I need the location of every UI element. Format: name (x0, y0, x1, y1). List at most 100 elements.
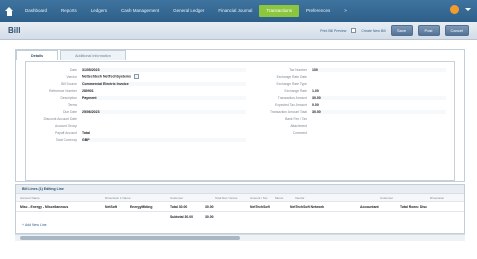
nav-item-reports[interactable]: Reports (54, 0, 84, 22)
column-header[interactable]: Dimension 1 Name (101, 196, 166, 200)
field-value[interactable]: Commercial Electric Invoice (82, 81, 246, 86)
field-bank-fee-tax: Bank Fee / Tax (256, 116, 446, 123)
column-header[interactable]: Amount / Tax (246, 196, 271, 200)
bill-details-form: Date 31/05/2023 Vendor Nettechtech NetTe… (25, 61, 455, 181)
field-label: Comment (292, 131, 307, 136)
field-label: Transaction Amount Total (269, 110, 307, 115)
field-label: Expected Tax Amount (275, 103, 307, 108)
nav-item-dashboard[interactable]: Dashboard (18, 0, 54, 22)
field-account-group: Account Group (26, 123, 246, 130)
field-label: Attachment (290, 124, 307, 129)
column-header[interactable]: Total Net / Gross (211, 196, 246, 200)
column-header[interactable]: Account Name (16, 196, 101, 200)
field-value[interactable]: 0.00 (312, 103, 446, 107)
field-vendor: Vendor Nettechtech NetTechSystems (26, 73, 246, 80)
field-transaction-amount-total: Transaction Amount Total 30.00 (256, 109, 446, 116)
tab-additional-information[interactable]: Additional Information (60, 50, 126, 60)
field-attachment: Attachment (256, 123, 446, 130)
notification-icon[interactable] (450, 5, 459, 14)
field-value[interactable]: Total (82, 131, 246, 135)
field-tax-number: Tax Number 100 (256, 66, 446, 73)
field-label: Payoff Account (55, 131, 77, 136)
table-cell: Accountant (360, 204, 379, 209)
bill-tabs: Details Additional Information (16, 50, 128, 60)
page-toolbar: Bill Print Bill Preview Create New Bill … (0, 22, 477, 40)
field-description: Description Payment (26, 94, 246, 101)
nav-item-cash-management[interactable]: Cash Management (114, 0, 166, 22)
field-value[interactable]: 100 (312, 67, 446, 72)
nav-item-ledgers[interactable]: Ledgers (84, 0, 114, 22)
table-cell: Misc - Energy - Miscellaneous (20, 204, 69, 209)
tab-details[interactable]: Details (16, 50, 59, 60)
table-row[interactable]: Subtotal 30.00 30.00 (16, 211, 464, 221)
table-cell: 30.00 (205, 204, 214, 209)
home-icon[interactable] (5, 6, 14, 16)
top-navigation: Dashboard Reports Ledgers Cash Managemen… (0, 0, 477, 22)
field-value[interactable]: GBP (82, 138, 246, 143)
field-value[interactable]: 280901 (82, 89, 246, 93)
field-label: Discount Account Date (43, 117, 77, 122)
field-bill-source: Bill Source Commercial Electric Invoice (26, 80, 246, 87)
create-new-checkbox[interactable] (351, 28, 357, 33)
column-header[interactable]: Memo (271, 196, 291, 200)
field-label: Exchange Rate (284, 88, 307, 93)
lookup-icon[interactable] (133, 74, 139, 80)
table-cell: NetTechSoft (250, 204, 270, 209)
field-value[interactable]: Payment (82, 95, 246, 100)
field-expected-tax-amount: Expected Tax Amount 0.00 (256, 101, 446, 108)
field-label: Bank Fee / Tax (285, 117, 307, 122)
field-label: Description (60, 95, 78, 100)
field-label: Terms (68, 103, 77, 108)
column-header[interactable]: Customer (376, 196, 426, 200)
table-cell: 30.00 (205, 214, 214, 219)
chevron-down-icon[interactable] (465, 8, 471, 11)
table-cell: EnergyMkting (130, 204, 153, 209)
post-button[interactable]: Post (417, 25, 440, 36)
save-button[interactable]: Save (390, 25, 413, 36)
field-value[interactable]: 31/05/2023 (82, 67, 246, 72)
field-value[interactable]: 30.00 (312, 110, 446, 115)
print-preview-link[interactable]: Print Bill Preview (320, 29, 346, 33)
field-value[interactable]: 1.00 (312, 89, 446, 93)
field-exchange-rate-type: Exchange Rate Type (256, 80, 446, 87)
horizontal-scrollbar[interactable] (15, 234, 465, 241)
table-title: Bill Lines (1) Editing Line (16, 185, 464, 193)
field-transaction-amount: Transaction Amount 30.00 (256, 94, 446, 101)
nav-item-more[interactable]: > (337, 0, 354, 22)
table-cell: NetSoft (105, 204, 118, 209)
create-new-bill-link[interactable]: Create New Bill (361, 29, 385, 33)
nav-item-general-ledger[interactable]: General Ledger (166, 0, 211, 22)
field-due-date: Due Date 25/06/2023 (26, 109, 246, 116)
top-right-controls (450, 5, 471, 14)
field-terms: Terms (26, 101, 246, 108)
table-header-row: Account Name Dimension 1 Name Customer T… (16, 193, 464, 201)
main-nav: Dashboard Reports Ledgers Cash Managemen… (18, 0, 354, 22)
field-label: Vendor (66, 74, 77, 79)
field-discount-account-date: Discount Account Date (26, 116, 246, 123)
field-label: Transaction Amount (277, 95, 307, 100)
table-cell: NetTechSoft Network (290, 204, 325, 209)
field-label: Reference Number (49, 88, 77, 93)
field-value[interactable]: Nettechtech NetTechSystems (82, 74, 246, 80)
field-total-currency: Total Currency GBP (26, 137, 246, 144)
scrollbar-thumb[interactable] (20, 236, 240, 240)
column-header[interactable]: Vendor (291, 196, 376, 200)
nav-item-financial-journal[interactable]: Financial Journal (211, 0, 259, 22)
column-header[interactable]: Customer (166, 196, 211, 200)
cancel-button[interactable]: Cancel (444, 25, 469, 36)
field-label: Exchange Rate Type (276, 81, 307, 86)
nav-item-preferences[interactable]: Preferences (299, 0, 337, 22)
field-value[interactable]: 25/06/2023 (82, 110, 246, 115)
table-row[interactable]: Misc - Energy - Miscellaneous NetSoft En… (16, 201, 464, 211)
add-line-link[interactable]: + Add New Line (22, 223, 47, 227)
table-cell: Subtotal 30.00 (170, 214, 193, 219)
field-value[interactable]: 30.00 (312, 95, 446, 100)
field-exchange-rate: Exchange Rate 1.00 (256, 87, 446, 94)
table-cell: Total 30.00 (170, 204, 188, 209)
field-label: Exchange Rate Date (276, 74, 307, 79)
details-left-column: Date 31/05/2023 Vendor Nettechtech NetTe… (26, 66, 246, 144)
nav-item-transactions[interactable]: Transactions (259, 5, 299, 17)
field-exchange-rate-date: Exchange Rate Date (256, 73, 446, 80)
column-header[interactable]: Dimension (426, 196, 456, 200)
field-label: Bill Source (61, 81, 77, 86)
